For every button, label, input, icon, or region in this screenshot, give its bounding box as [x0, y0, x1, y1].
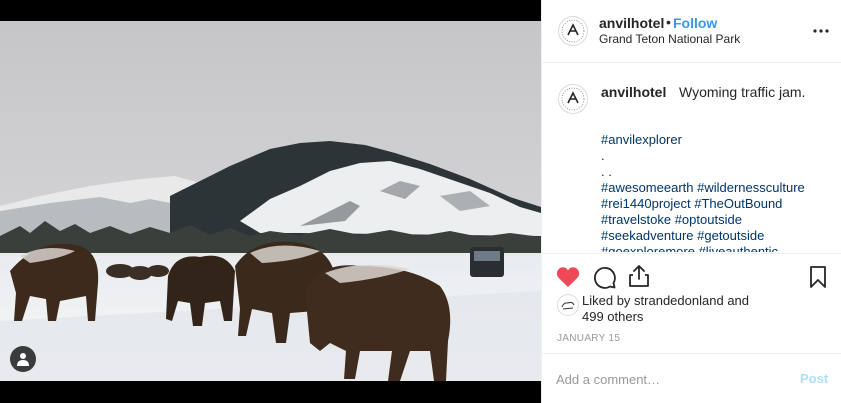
- location-link[interactable]: Grand Teton National Park: [599, 32, 740, 46]
- more-options-icon[interactable]: [812, 22, 830, 40]
- bookmark-icon[interactable]: [809, 265, 827, 289]
- header-separator: •: [666, 14, 671, 30]
- anvil-logo-icon: [561, 19, 585, 43]
- likes-mid: and: [727, 293, 750, 308]
- post-comment-button[interactable]: Post: [800, 371, 828, 386]
- caption-username[interactable]: anvilhotel: [601, 84, 666, 100]
- header-username[interactable]: anvilhotel: [599, 15, 664, 31]
- photo-pane: [0, 0, 541, 403]
- hashtag-line[interactable]: #rei1440project #TheOutBound: [601, 196, 805, 212]
- post-side-panel: anvilhotel • Follow Grand Teton National…: [541, 0, 841, 403]
- user-icon: [17, 353, 29, 366]
- comment-icon[interactable]: [593, 266, 616, 289]
- post-photo[interactable]: [0, 21, 541, 381]
- user-tag-button[interactable]: [10, 346, 36, 372]
- anvil-logo-icon: [561, 87, 585, 111]
- likes-summary: Liked by strandedonland and 499 others: [582, 293, 749, 325]
- hashtag-line[interactable]: #travelstoke #optoutside: [601, 212, 805, 228]
- comment-input[interactable]: [556, 370, 776, 388]
- likes-prefix: Liked by: [582, 293, 631, 308]
- caption-avatar[interactable]: [558, 84, 588, 114]
- hashtag-line[interactable]: #awesomeearth #wildernessculture: [601, 180, 805, 196]
- hashtag-list: #anvilexplorer . . . #awesomeearth #wild…: [601, 132, 805, 252]
- hashtag-line[interactable]: #goexploremore #liveauthentic: [601, 244, 805, 252]
- likes-count[interactable]: 499 others: [582, 309, 643, 324]
- caption-dot-line: . .: [601, 164, 612, 179]
- add-comment-bar: Post: [542, 353, 841, 403]
- post-header: anvilhotel • Follow Grand Teton National…: [542, 0, 841, 63]
- caption-text: Wyoming traffic jam.: [679, 84, 806, 100]
- caption-dot-line: .: [601, 148, 605, 163]
- bison-photo-illustration: [0, 21, 541, 381]
- action-bar: Liked by strandedonland and 499 others J…: [542, 253, 841, 353]
- hashtag-line[interactable]: #anvilexplorer: [601, 132, 805, 148]
- liker-username[interactable]: strandedonland: [634, 293, 724, 308]
- hashtag-line[interactable]: #seekadventure #getoutside: [601, 228, 805, 244]
- heart-filled-icon[interactable]: [556, 266, 580, 288]
- share-icon[interactable]: [628, 264, 650, 288]
- post-date[interactable]: JANUARY 15: [557, 333, 620, 344]
- liker-logo-icon: [561, 301, 575, 310]
- follow-button[interactable]: Follow: [673, 15, 717, 31]
- profile-avatar[interactable]: [558, 16, 588, 46]
- caption-section: anvilhotel Wyoming traffic jam. #anvilex…: [542, 64, 841, 252]
- liker-avatar[interactable]: [557, 294, 579, 316]
